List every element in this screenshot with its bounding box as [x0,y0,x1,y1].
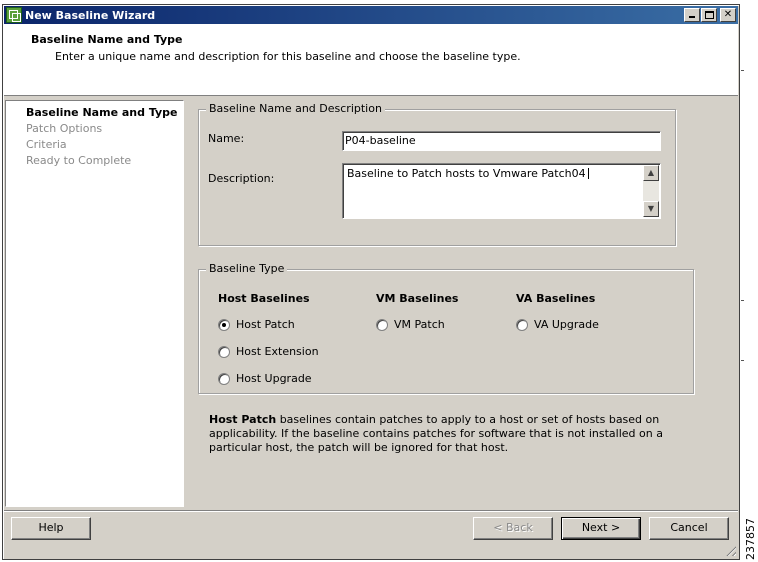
text-caret [587,168,589,179]
scroll-up-button[interactable]: ▲ [643,165,659,181]
edge-mark [741,360,744,361]
va-baselines-heading: VA Baselines [516,292,596,305]
wizard-steps-panel: Baseline Name and Type Patch Options Cri… [5,100,184,507]
radio-button[interactable] [218,345,230,358]
wizard-window: New Baseline Wizard ✕ Baseline Name and … [2,4,740,560]
step-criteria: Criteria [26,138,67,151]
description-value: Baseline to Patch hosts to Vmware Patch0… [347,167,586,180]
radio-host-upgrade[interactable]: Host Upgrade [218,372,312,385]
radio-host-patch-label: Host Patch [236,318,295,331]
radio-button[interactable] [218,372,230,385]
radio-button-checked[interactable] [218,318,230,331]
info-bold-term: Host Patch [209,413,277,426]
description-textarea[interactable]: Baseline to Patch hosts to Vmware Patch0… [342,163,661,219]
step-ready-to-complete: Ready to Complete [26,154,132,167]
baseline-type-description: Host Patch baselines contain patches to … [209,413,699,455]
page-subtitle: Enter a unique name and description for … [55,50,521,63]
footer-divider [4,510,738,512]
wizard-header: Baseline Name and Type Enter a unique na… [4,24,738,96]
figure-number: 237857 [744,518,757,560]
maximize-button[interactable] [701,8,717,22]
help-button[interactable]: Help [11,517,91,540]
baseline-type-legend: Baseline Type [206,262,288,275]
description-label: Description: [208,172,275,185]
scroll-down-button[interactable]: ▼ [643,201,659,217]
close-icon: ✕ [723,9,733,20]
radio-va-upgrade[interactable]: VA Upgrade [516,318,599,331]
radio-button[interactable] [376,318,388,331]
vm-baselines-heading: VM Baselines [376,292,459,305]
info-text: baselines contain patches to apply to a … [209,413,663,454]
step-baseline-name-and-type[interactable]: Baseline Name and Type [26,106,178,119]
arrow-down-icon: ▼ [647,204,655,213]
radio-button[interactable] [516,318,528,331]
page-title: Baseline Name and Type [31,33,183,46]
minimize-button[interactable] [684,8,700,22]
back-button[interactable]: < Back [473,517,553,540]
arrow-up-icon: ▲ [647,168,655,177]
cancel-button[interactable]: Cancel [649,517,729,540]
name-description-legend: Baseline Name and Description [206,102,385,115]
radio-vm-patch[interactable]: VM Patch [376,318,445,331]
step-patch-options: Patch Options [26,122,103,135]
radio-vm-patch-label: VM Patch [394,318,445,331]
name-label: Name: [208,132,245,145]
radio-host-patch[interactable]: Host Patch [218,318,295,331]
name-description-group: Baseline Name and Description Name: P04-… [198,102,676,246]
window-title: New Baseline Wizard [25,8,156,22]
baseline-type-group: Baseline Type Host Baselines VM Baseline… [198,262,694,394]
name-input[interactable]: P04-baseline [342,131,661,151]
edge-mark [741,300,744,301]
minimize-icon [689,16,695,18]
radio-host-extension-label: Host Extension [236,345,319,358]
radio-va-upgrade-label: VA Upgrade [534,318,599,331]
close-button[interactable]: ✕ [720,8,736,22]
next-button[interactable]: Next > [561,517,641,540]
name-input-value: P04-baseline [345,134,416,147]
title-bar[interactable]: New Baseline Wizard ✕ [4,6,738,24]
maximize-icon [705,11,714,19]
radio-host-extension[interactable]: Host Extension [218,345,319,358]
edge-mark [741,70,744,71]
description-scrollbar[interactable]: ▲ ▼ [643,165,659,217]
resize-grip-icon[interactable] [724,544,736,556]
radio-host-upgrade-label: Host Upgrade [236,372,312,385]
host-baselines-heading: Host Baselines [218,292,310,305]
vmware-update-manager-icon [6,7,22,23]
